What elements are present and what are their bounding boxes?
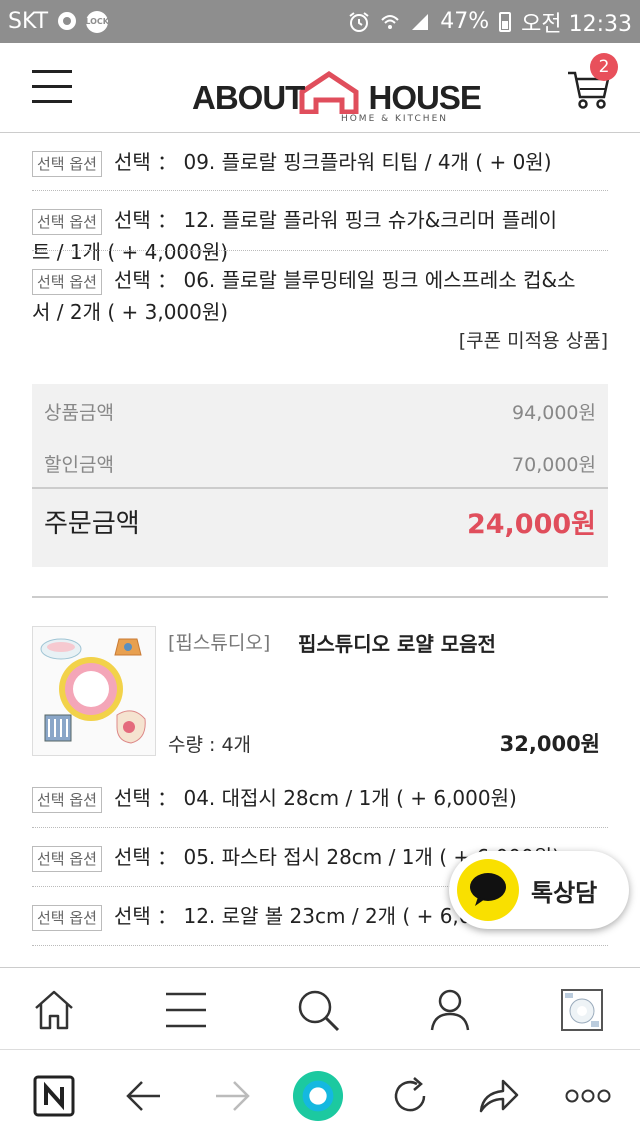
- recent-item-thumb[interactable]: [558, 986, 606, 1034]
- lock-icon: LOCK: [85, 10, 109, 33]
- battery-percent: 47%: [440, 9, 490, 34]
- option-row: 선택 옵션 선택 ： 12. 플로랄 플라워 핑크 슈가&크리머 플레이 트 / …: [32, 204, 608, 268]
- refresh-icon[interactable]: [384, 1070, 436, 1122]
- product-thumbnail[interactable]: [32, 626, 156, 756]
- option-tag: 선택 옵션: [32, 209, 102, 235]
- option-row: 선택 옵션 선택 ： 06. 플로랄 블루밍테일 핑크 에스프레소 컵&소 서 /…: [32, 264, 608, 328]
- order-total-value: 24,000원: [466, 509, 596, 540]
- naver-icon[interactable]: [28, 1070, 80, 1122]
- discount-amount-row: 할인금액 70,000원: [44, 450, 596, 477]
- product-price: 32,000원: [499, 732, 600, 756]
- alarm-icon: [348, 11, 370, 33]
- divider: [32, 190, 608, 191]
- order-content: 선택 옵션 선택 ： 09. 플로랄 핑크플라워 티팁 / 4개 ( + 0원) …: [0, 134, 640, 967]
- option-text-wrap: 서 / 2개 ( + 3,000원): [32, 300, 229, 324]
- summary-separator: [32, 487, 608, 489]
- app-header: ABOUT HOUSE HOME & KITCHEN 2: [0, 43, 640, 133]
- back-arrow-icon[interactable]: [118, 1070, 170, 1122]
- coupon-note: [쿠폰 미적용 상품]: [458, 330, 608, 352]
- share-icon[interactable]: [472, 1070, 524, 1122]
- cart-count-badge: 2: [590, 53, 618, 81]
- home-icon[interactable]: [30, 986, 78, 1034]
- user-icon[interactable]: [426, 986, 474, 1034]
- product-amount-label: 상품금액: [44, 402, 114, 424]
- carrier-label: SKT: [8, 9, 49, 34]
- option-tag: 선택 옵션: [32, 787, 102, 813]
- hamburger-menu-icon[interactable]: [32, 70, 72, 104]
- option-tag: 선택 옵션: [32, 905, 102, 931]
- signal-icon: [410, 12, 430, 32]
- chat-bubble-icon: [56, 11, 78, 33]
- product-quantity: 수량 : 4개: [168, 734, 252, 756]
- option-text: 선택 ： 09. 플로랄 핑크플라워 티팁 / 4개 ( + 0원): [113, 150, 552, 174]
- order-total-label: 주문금액: [44, 509, 140, 539]
- divider: [32, 827, 608, 828]
- discount-amount-label: 할인금액: [44, 454, 114, 476]
- option-text: 선택 ： 06. 플로랄 블루밍테일 핑크 에스프레소 컵&소: [113, 268, 576, 292]
- order-total-row: 주문금액 24,000원: [44, 502, 596, 541]
- wifi-icon: [380, 12, 400, 32]
- search-icon[interactable]: [294, 986, 342, 1034]
- divider: [32, 945, 608, 946]
- menu-icon[interactable]: [162, 986, 210, 1034]
- option-tag: 선택 옵션: [32, 151, 102, 177]
- option-text-wrap: 트 / 1개 ( + 4,000원): [32, 240, 229, 264]
- battery-icon: [499, 11, 512, 32]
- product-amount-row: 상품금액 94,000원: [44, 398, 596, 425]
- kakao-bubble-icon: [457, 859, 519, 921]
- section-divider: [32, 596, 608, 598]
- forward-arrow-icon[interactable]: [206, 1070, 258, 1122]
- logo-subtitle: HOME & KITCHEN: [340, 114, 448, 124]
- home-circle-icon[interactable]: [292, 1070, 344, 1122]
- kakao-chat-label: 톡상담: [531, 879, 598, 907]
- divider: [32, 250, 608, 251]
- browser-toolbar: [0, 1049, 640, 1138]
- option-text: 선택 ： 12. 플로랄 플라워 핑크 슈가&크리머 플레이: [113, 208, 558, 232]
- product-amount-value: 94,000원: [512, 402, 596, 424]
- option-text: 선택 ： 04. 대접시 28cm / 1개 ( + 6,000원): [113, 786, 517, 810]
- option-tag: 선택 옵션: [32, 846, 102, 872]
- product-brand[interactable]: [핍스튜디오]: [168, 628, 270, 655]
- bottom-navigation: [0, 967, 640, 1049]
- kakao-chat-button[interactable]: 톡상담: [449, 851, 629, 929]
- status-bar: SKT LOCK 47% 오전 12:33: [0, 0, 640, 43]
- clock: 오전 12:33: [521, 11, 632, 37]
- price-summary: 상품금액 94,000원 할인금액 70,000원 주문금액 24,000원: [32, 384, 608, 567]
- option-row: 선택 옵션 선택 ： 04. 대접시 28cm / 1개 ( + 6,000원): [32, 782, 608, 814]
- more-icon[interactable]: [562, 1070, 614, 1122]
- option-row: 선택 옵션 선택 ： 09. 플로랄 핑크플라워 티팁 / 4개 ( + 0원): [32, 146, 608, 178]
- product-name[interactable]: 핍스튜디오 로얄 모음전: [298, 628, 496, 657]
- about-house-logo[interactable]: ABOUT HOUSE HOME & KITCHEN: [192, 65, 482, 125]
- option-tag: 선택 옵션: [32, 269, 102, 295]
- logo-text: ABOUT HOUSE: [192, 79, 482, 116]
- discount-amount-value: 70,000원: [512, 454, 596, 476]
